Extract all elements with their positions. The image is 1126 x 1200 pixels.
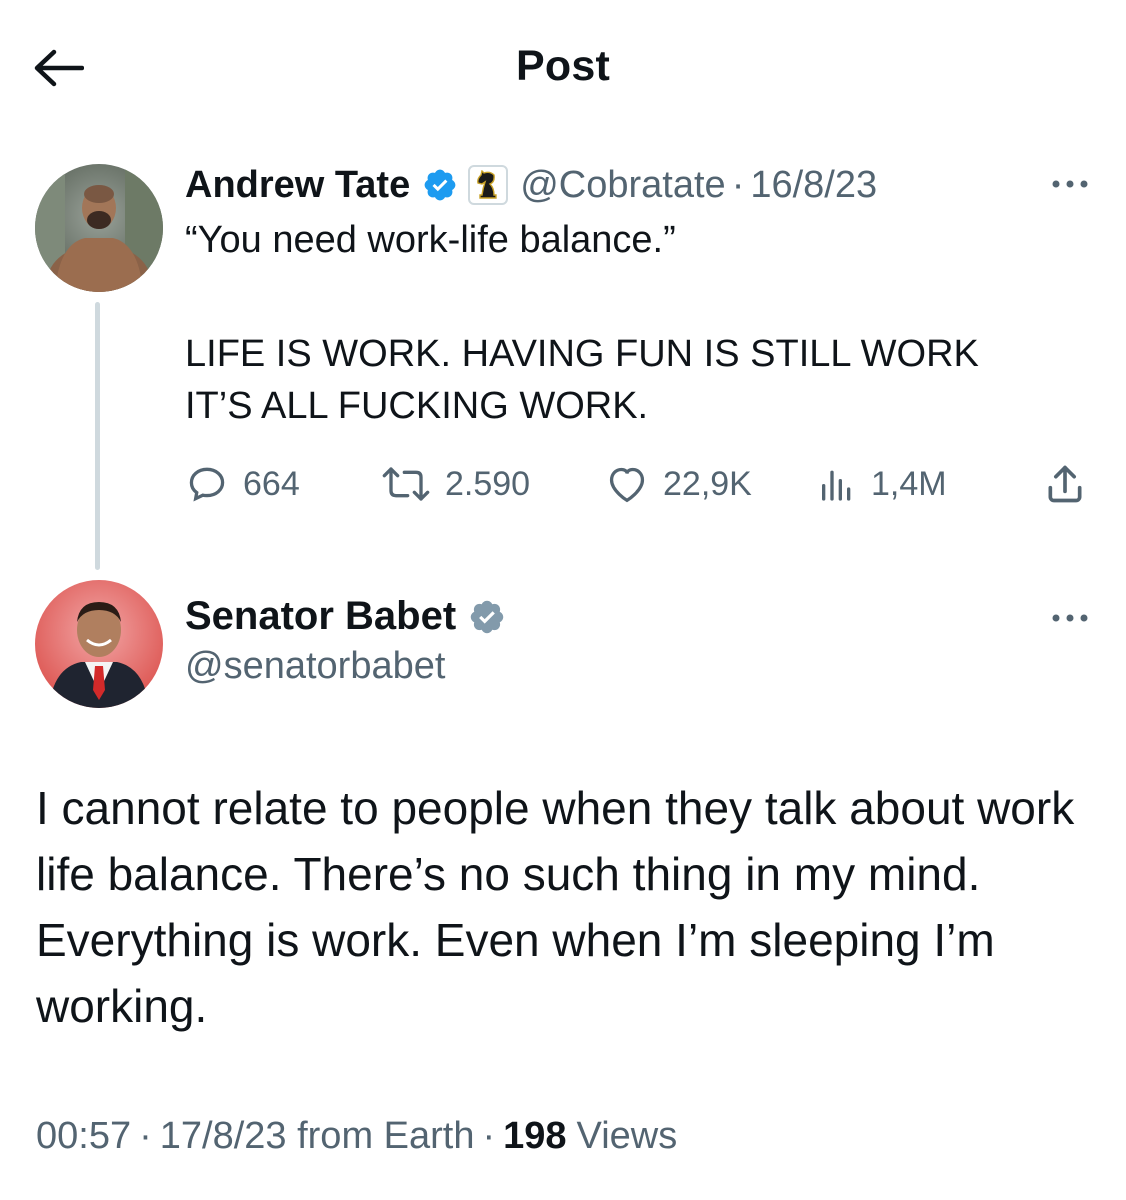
like-button[interactable]: 22,9K <box>605 456 752 512</box>
views-button[interactable]: 1,4M <box>817 456 947 512</box>
avatar-senator-babet[interactable] <box>35 580 163 708</box>
quoted-post-text: “You need work-life balance.” LIFE IS WO… <box>185 214 1065 432</box>
post-date[interactable]: 16/8/23 <box>750 164 877 207</box>
avatar-andrew-tate[interactable] <box>35 164 163 292</box>
author-name[interactable]: Senator Babet <box>185 594 456 639</box>
share-button[interactable] <box>1043 456 1101 512</box>
author-handle[interactable]: @senatorbabet <box>185 645 445 688</box>
quoted-line-1: “You need work-life balance.” <box>185 219 676 261</box>
thread-connector-line <box>95 302 100 570</box>
post-metadata: 00:57 · 17/8/23 from Earth · 198 Views <box>36 1115 677 1158</box>
separator-dot: · <box>731 163 745 206</box>
quoted-line-2: LIFE IS WORK. HAVING FUN IS STILL WORK I… <box>185 333 979 427</box>
verified-badge-icon <box>468 598 506 636</box>
repost-count: 2.590 <box>445 464 531 503</box>
reply-icon <box>189 467 225 502</box>
avatar-image <box>35 164 163 292</box>
main-post-author: Senator Babet <box>185 594 506 639</box>
main-post-text: I cannot relate to people when they talk… <box>36 775 1106 1039</box>
like-count: 22,9K <box>663 464 752 503</box>
knight-chess-icon[interactable] <box>468 165 509 205</box>
more-dots-icon <box>1052 614 1088 622</box>
views-count: 1,4M <box>871 464 947 503</box>
separator-dot: · <box>139 1115 152 1157</box>
share-icon <box>1048 465 1082 503</box>
post-time[interactable]: 00:57 <box>36 1115 131 1158</box>
reply-count: 664 <box>243 464 300 503</box>
separator-dot: · <box>482 1115 496 1157</box>
avatar-image <box>35 580 163 708</box>
post-actions-bar: 664 2.590 22,9K 1,4M <box>185 456 1095 512</box>
views-label: Views <box>576 1115 678 1157</box>
like-heart-icon <box>609 467 645 503</box>
page-title: Post <box>516 42 610 90</box>
more-options-button[interactable] <box>1040 164 1100 204</box>
reply-button[interactable]: 664 <box>185 456 300 512</box>
post-text: I cannot relate to people when they talk… <box>36 782 1075 1032</box>
verified-badge-icon <box>422 167 458 203</box>
repost-button[interactable]: 2.590 <box>381 456 530 512</box>
post-date-source[interactable]: 17/8/23 from Earth <box>160 1115 475 1158</box>
author-name[interactable]: Andrew Tate <box>185 164 410 207</box>
more-dots-icon <box>1052 180 1088 188</box>
views-bars-icon <box>822 470 851 501</box>
author-handle[interactable]: @Cobratate <box>520 164 725 207</box>
views-count: 198 <box>503 1115 567 1157</box>
more-options-button[interactable] <box>1040 598 1100 638</box>
quoted-post-header: Andrew Tate @Cobratate · 16/8/23 <box>185 160 877 210</box>
repost-icon <box>382 467 430 501</box>
